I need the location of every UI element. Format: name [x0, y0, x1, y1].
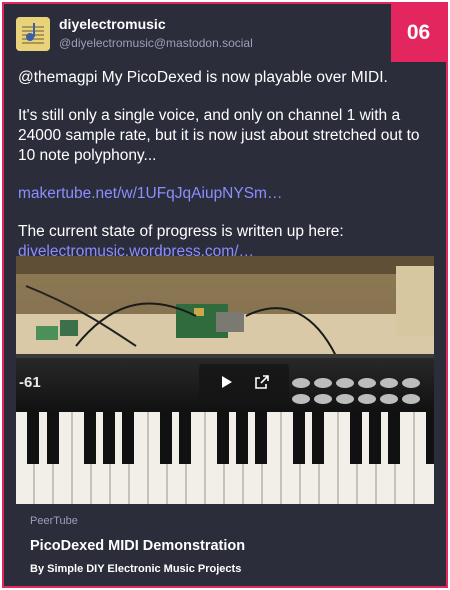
account-display-name[interactable]: diyelectromusic	[59, 16, 253, 33]
music-avatar-icon	[16, 16, 50, 51]
post-content: @themagpi My PicoDexed is now playable o…	[18, 68, 428, 262]
player-controls	[199, 364, 289, 400]
avatar[interactable]	[16, 16, 50, 51]
video-thumbnail[interactable]: -61	[16, 256, 434, 504]
account-handle[interactable]: @diyelectromusic@mastodon.social	[59, 35, 253, 51]
post-card: 06 diyelectromusic @diyelectromusic@mast…	[2, 2, 448, 588]
page-number-badge: 06	[391, 4, 446, 62]
embed-title[interactable]: PicoDexed MIDI Demonstration	[30, 537, 420, 555]
post-header: diyelectromusic @diyelectromusic@mastodo…	[16, 16, 253, 51]
embed-meta[interactable]: PeerTube PicoDexed MIDI Demonstration By…	[16, 504, 434, 584]
post-paragraph: The current state of progress is written…	[18, 223, 344, 240]
play-icon[interactable]	[216, 371, 238, 393]
video-link[interactable]: makertube.net/w/1UFqJqAiupNYSm…	[18, 185, 282, 202]
post-paragraph: It's still only a single voice, and only…	[18, 107, 420, 164]
embed-provider: PeerTube	[30, 515, 78, 527]
keyboard-label: -61	[19, 374, 41, 391]
post-paragraph: @themagpi My PicoDexed is now playable o…	[18, 69, 388, 86]
external-link-icon[interactable]	[251, 371, 273, 393]
embed-byline: By Simple DIY Electronic Music Projects	[30, 563, 242, 575]
